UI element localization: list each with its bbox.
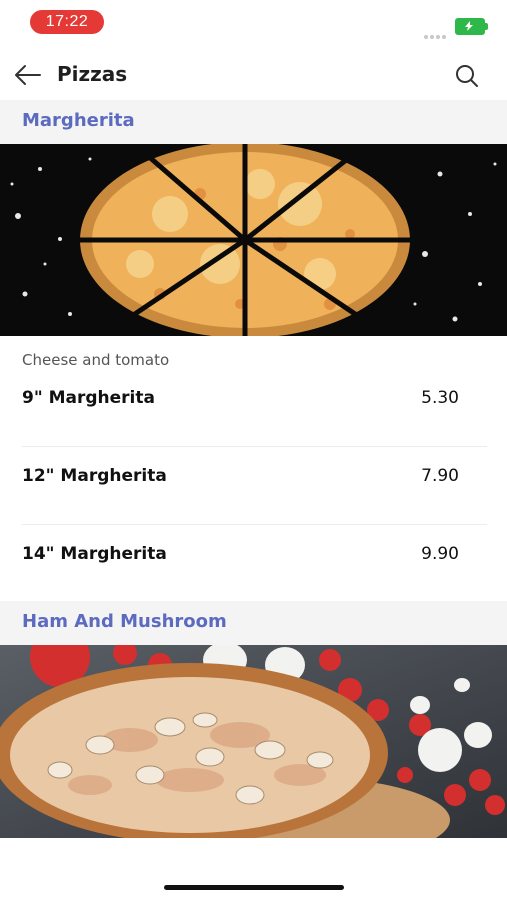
menu-item-name: 12" Margherita <box>22 466 167 486</box>
section-title: Margherita <box>22 110 135 131</box>
menu-item[interactable]: 14" Margherita 9.90 <box>0 524 507 602</box>
battery-charging-icon <box>455 18 488 35</box>
menu-item[interactable]: 12" Margherita 7.90 <box>0 446 507 524</box>
menu-item-price: 7.90 <box>421 466 459 486</box>
nav-bar: Pizzas <box>0 50 507 100</box>
menu-item[interactable]: 9" Margherita 5.30 <box>0 368 507 446</box>
page-title: Pizzas <box>57 62 128 86</box>
search-button[interactable] <box>452 61 482 91</box>
section-description: Cheese and tomato <box>22 351 170 369</box>
section-title: Ham And Mushroom <box>22 611 227 632</box>
status-bar: 17:22 <box>0 0 507 44</box>
arrow-left-icon <box>15 65 41 85</box>
menu-item-name: 9" Margherita <box>22 388 155 408</box>
search-icon <box>456 65 478 87</box>
back-button[interactable] <box>12 60 44 90</box>
ham-mushroom-pizza-image <box>0 627 507 865</box>
section-header-ham-and-mushroom: Ham And Mushroom <box>0 601 507 645</box>
menu-item-name: 14" Margherita <box>22 544 167 564</box>
section-header-margherita: Margherita <box>0 100 507 144</box>
signal-icon <box>424 26 448 44</box>
menu-item-price: 9.90 <box>421 544 459 564</box>
status-time: 17:22 <box>30 10 104 34</box>
margherita-pizza-image <box>0 142 507 338</box>
menu-item-price: 5.30 <box>421 388 459 408</box>
home-indicator[interactable] <box>164 885 344 890</box>
